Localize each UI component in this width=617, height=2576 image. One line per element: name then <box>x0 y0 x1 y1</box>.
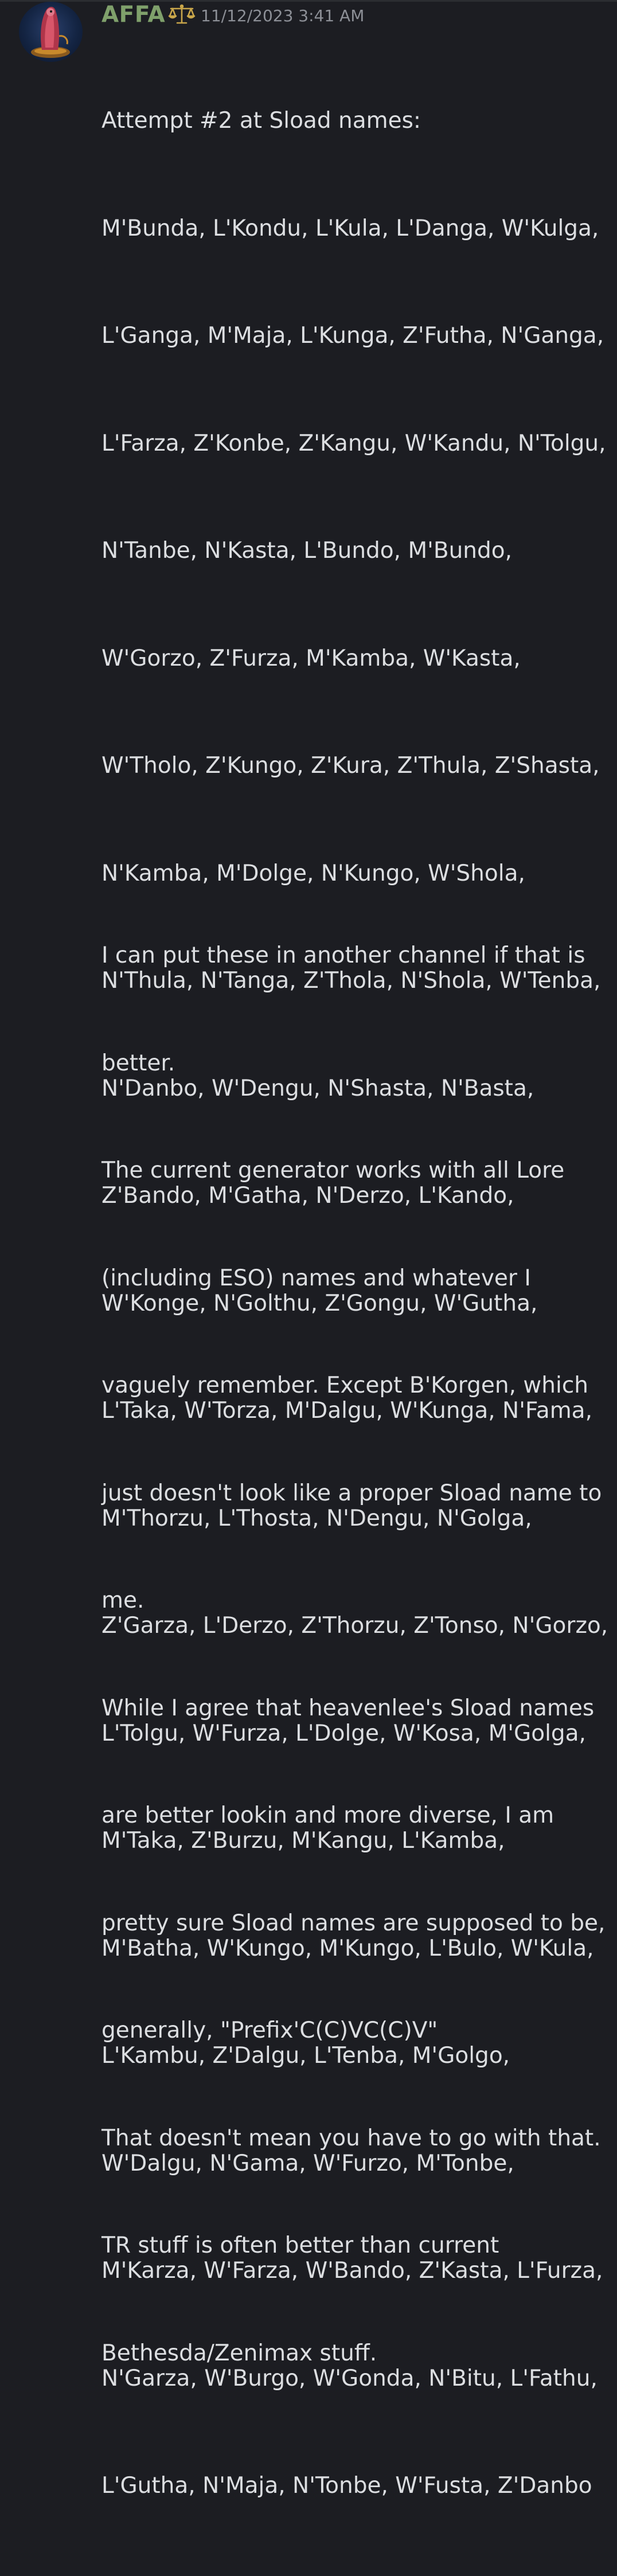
message-paragraph-2: I can put these in another channel if th… <box>101 866 605 2443</box>
message: AFFA 11/12/2023 3:41 AM Attempt #2 at Sl… <box>101 0 608 2499</box>
message-line: are better lookin and more diverse, I am <box>101 1803 554 1828</box>
message-line: (including ESO) names and whatever I <box>101 1265 531 1291</box>
message-line: L'Gutha, N'Maja, N'Tonbe, W'Fusta, Z'Dan… <box>101 2473 592 2499</box>
avatar[interactable] <box>19 2 83 62</box>
author-name[interactable]: AFFA <box>101 1 165 29</box>
message-line: me. <box>101 1588 145 1613</box>
message-header: AFFA 11/12/2023 3:41 AM <box>101 0 606 30</box>
message-timestamp[interactable]: 11/12/2023 3:41 AM <box>201 6 364 26</box>
message-line: TR stuff is often better than current <box>101 2233 499 2258</box>
message-line: L'Ganga, M'Maja, L'Kunga, Z'Futha, N'Gan… <box>101 323 604 349</box>
avatar-image <box>31 6 70 58</box>
message-line: N'Tanbe, N'Kasta, L'Bundo, M'Bundo, <box>101 538 513 564</box>
message-line: W'Tholo, Z'Kungo, Z'Kura, Z'Thula, Z'Sha… <box>101 753 600 779</box>
scales-icon[interactable] <box>168 3 196 26</box>
message-line: L'Farza, Z'Konbe, Z'Kangu, W'Kandu, N'To… <box>101 430 606 456</box>
message-line: better. <box>101 1050 175 1076</box>
message-line: Bethesda/Zenimax stuff. <box>101 2340 377 2366</box>
message-line: The current generator works with all Lor… <box>101 1158 565 1183</box>
message-line: M'Bunda, L'Kondu, L'Kula, L'Danga, W'Kul… <box>101 215 599 241</box>
message-line: pretty sure Sload names are supposed to … <box>101 1910 606 1936</box>
message-line: W'Gorzo, Z'Furza, M'Kamba, W'Kasta, <box>101 645 521 671</box>
message-line: vaguely remember. Except B'Korgen, which <box>101 1373 589 1398</box>
message-line: That doesn't mean you have to go with th… <box>101 2125 601 2151</box>
message-line: While I agree that heavenlee's Sload nam… <box>101 1695 595 1721</box>
message-line: generally, "Prefix'C(C)VC(C)V" <box>101 2018 438 2043</box>
message-line: just doesn't look like a proper Sload na… <box>101 1480 602 1506</box>
message-line: Attempt #2 at Sload names: <box>101 108 421 134</box>
message-line: I can put these in another channel if th… <box>101 943 585 968</box>
